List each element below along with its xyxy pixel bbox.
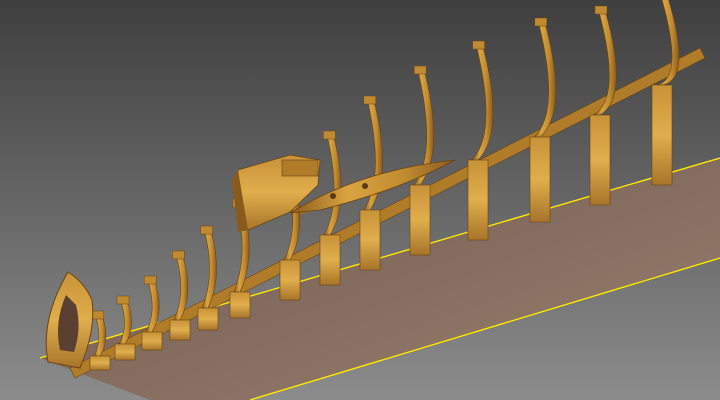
frame-rib-leg — [169, 319, 191, 341]
3d-viewport[interactable] — [0, 0, 720, 400]
hull-model-render — [0, 0, 720, 400]
frame-rib-leg — [529, 136, 551, 223]
frame-rib-cap — [116, 295, 130, 305]
frame-rib-cap — [413, 65, 427, 75]
frame-rib-leg — [467, 159, 489, 241]
frame-rib-leg — [197, 307, 219, 331]
frame-rib-leg — [359, 209, 381, 271]
frame-rib-cap — [143, 275, 157, 285]
frame-rib-leg — [89, 355, 111, 371]
frame-rib-leg — [279, 259, 301, 301]
frame-rib-leg — [229, 291, 251, 319]
frame-rib-cap — [91, 310, 105, 320]
frame-rib-cap — [172, 250, 185, 260]
frame-rib-leg — [319, 234, 341, 286]
frame-rib-leg — [589, 114, 611, 206]
frame-rib-leg — [651, 84, 673, 186]
frame-rib-cap — [323, 130, 336, 140]
frame-rib-cap — [534, 17, 548, 27]
frame-rib-cap — [594, 5, 608, 15]
frame-rib-leg — [141, 331, 163, 351]
frame-rib-leg — [409, 184, 431, 256]
frame-rib-cap — [472, 40, 485, 50]
frame-rib-leg — [114, 343, 136, 361]
frame-rib-cap — [363, 95, 377, 105]
frame-rib-cap — [200, 225, 213, 235]
